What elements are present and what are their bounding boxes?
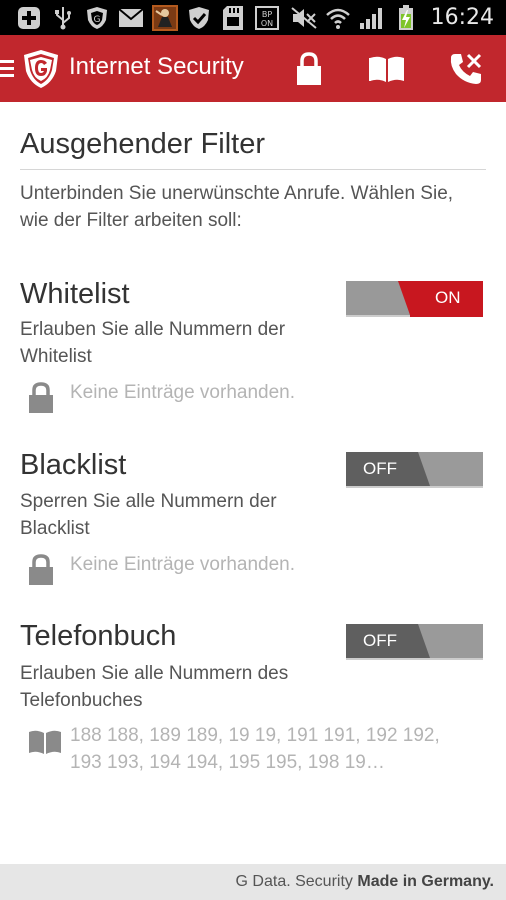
sd-card-icon [220,5,246,30]
app-bar: Internet Security [0,35,506,102]
notification-icons: G BP ON [16,4,280,31]
phone-blocked-icon[interactable] [446,49,486,89]
svg-text:ON: ON [261,19,273,28]
shield-icon: G [84,6,110,30]
g-data-logo-icon[interactable] [22,49,60,89]
svg-text:G: G [94,15,101,25]
mail-icon [118,6,144,30]
whitelist-toggle[interactable]: ON [346,281,483,317]
book-icon[interactable] [367,49,407,89]
lock-icon [20,551,64,587]
wifi-icon [325,6,351,30]
app-title: Internet Security [69,53,244,80]
whitelist-entries-text: Keine Einträge vorhanden. [70,382,295,403]
blacklist-toggle[interactable]: OFF [346,452,483,488]
signal-icon [359,6,385,30]
blacklist-toggle-label: OFF [363,459,397,478]
page-intro: Unterbinden Sie unerwünschte Anrufe. Wäh… [20,183,454,231]
footer: G Data. Security Made in Germany. [0,864,506,900]
bp-on-icon: BP ON [254,5,280,30]
footer-tagline: Made in Germany. [357,873,494,890]
page-title: Ausgehender Filter [20,128,266,160]
title-divider [20,169,486,170]
svg-text:BP: BP [262,10,272,19]
phonebook-title: Telefonbuch [20,620,177,652]
whitelist-title: Whitelist [20,278,130,310]
blacklist-entries-text: Keine Einträge vorhanden. [70,554,295,575]
battery-charging-icon [393,4,419,30]
system-icons: 16:24 [290,3,494,32]
add-icon [16,6,42,30]
shield-check-icon [186,6,212,30]
book-icon [20,722,64,758]
app-icon [152,4,178,31]
blacklist-title: Blacklist [20,449,127,481]
status-bar: G BP ON 16:24 [0,0,506,35]
lock-icon[interactable] [289,49,329,89]
clock: 16:24 [430,5,494,30]
phonebook-description: Erlauben Sie alle Nummern des Telefonbuc… [20,663,289,711]
whitelist-toggle-label: ON [435,288,461,307]
phonebook-toggle[interactable]: OFF [346,624,483,660]
lock-icon [20,379,64,415]
menu-icon[interactable] [0,59,16,79]
whitelist-description: Erlauben Sie alle Nummern der Whitelist [20,319,286,367]
blacklist-entries[interactable]: Keine Einträge vorhanden. [20,551,486,587]
phonebook-entries-text: 188 188, 189 189, 19 19, 191 191, 192 19… [70,725,440,773]
phonebook-toggle-label: OFF [363,631,397,650]
phonebook-entries[interactable]: 188 188, 189 189, 19 19, 191 191, 192 19… [20,722,486,776]
blacklist-description: Sperren Sie alle Nummern der Blacklist [20,491,277,539]
footer-brand: G Data. Security [235,873,353,890]
mute-icon [290,6,317,30]
footer-text: G Data. Security Made in Germany. [236,873,494,891]
usb-icon [50,6,76,30]
whitelist-entries[interactable]: Keine Einträge vorhanden. [20,379,486,415]
